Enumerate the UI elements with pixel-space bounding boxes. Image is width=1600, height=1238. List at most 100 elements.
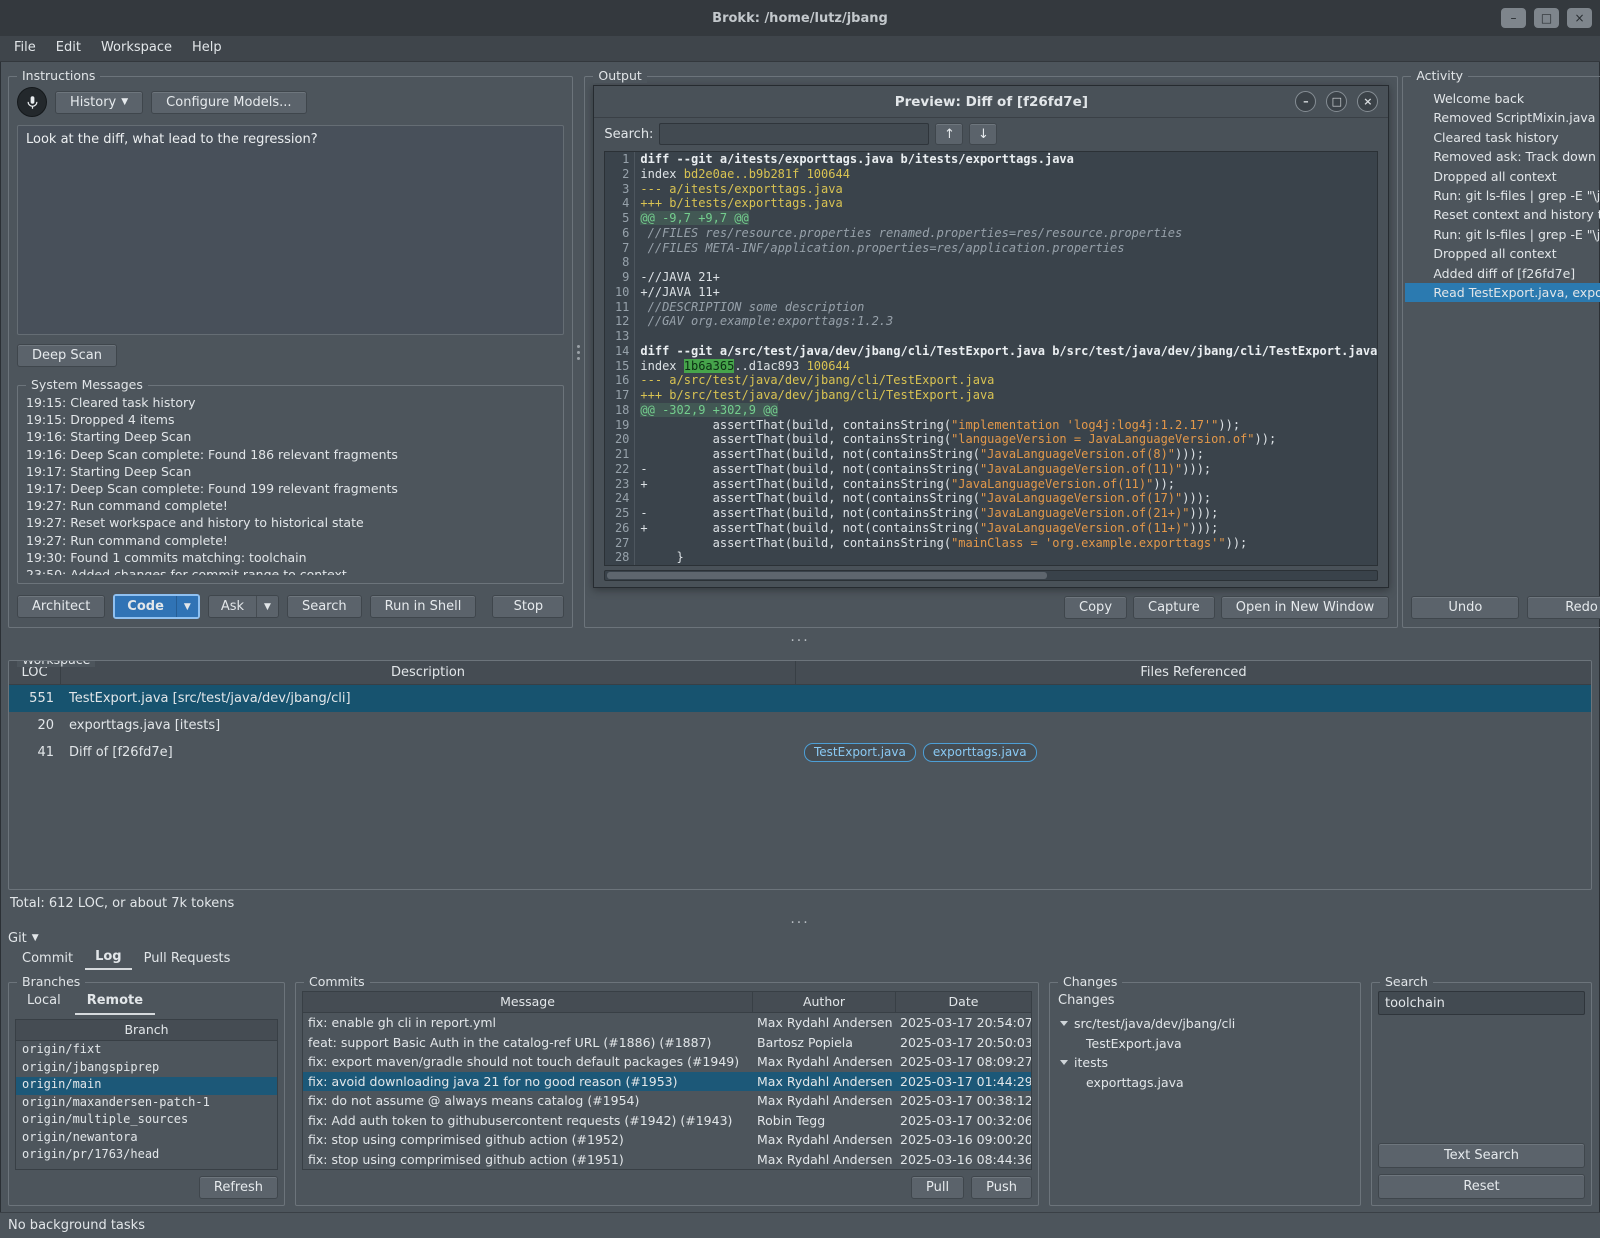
workspace-row[interactable]: 551TestExport.java [src/test/java/dev/jb…: [9, 685, 1591, 712]
activity-item[interactable]: Removed ask: Track down the ...: [1405, 147, 1600, 166]
code-button[interactable]: Code ▼: [113, 594, 200, 619]
changes-tree-leaf[interactable]: TestExport.java: [1056, 1034, 1354, 1054]
git-splitter-grip[interactable]: ···: [0, 916, 1600, 930]
ask-button[interactable]: Ask ▼: [208, 595, 279, 618]
menu-help[interactable]: Help: [182, 36, 232, 61]
redo-button[interactable]: Redo: [1527, 596, 1600, 619]
line-number: 16: [605, 373, 635, 388]
undo-button[interactable]: Undo: [1411, 596, 1519, 619]
activity-item[interactable]: Cleared task history: [1405, 128, 1600, 147]
activity-item[interactable]: Removed ScriptMixin.java: [1405, 108, 1600, 127]
preview-maximize-icon[interactable]: □: [1326, 91, 1347, 112]
menu-workspace[interactable]: Workspace: [91, 36, 182, 61]
menu-file[interactable]: File: [4, 36, 46, 61]
commit-row[interactable]: fix: stop using comprimised github actio…: [303, 1150, 1031, 1170]
diff-line: 23+ assertThat(build, containsString("Ja…: [605, 477, 1377, 492]
changes-tree-node[interactable]: src/test/java/dev/jbang/cli: [1056, 1014, 1354, 1034]
commit-row[interactable]: fix: stop using comprimised github actio…: [303, 1130, 1031, 1150]
run-in-shell-button[interactable]: Run in Shell: [370, 595, 477, 618]
commit-row[interactable]: feat: support Basic Auth in the catalog-…: [303, 1033, 1031, 1053]
line-number: 3: [605, 182, 635, 197]
microphone-button[interactable]: [17, 87, 47, 117]
code-dropdown-arrow-icon[interactable]: ▼: [176, 596, 198, 617]
activity-item[interactable]: Welcome back: [1405, 89, 1600, 108]
diff-line: 17+++ b/src/test/java/dev/jbang/cli/Test…: [605, 388, 1377, 403]
copy-button[interactable]: Copy: [1064, 596, 1127, 619]
activity-item[interactable]: Run: git ls-files | grep -E "\jav...: [1405, 225, 1600, 244]
commit-row[interactable]: fix: Add auth token to githubusercontent…: [303, 1111, 1031, 1131]
branch-row[interactable]: origin/fixt: [16, 1042, 277, 1060]
branch-column-header[interactable]: Branch: [16, 1020, 277, 1041]
git-search-reset-button[interactable]: Reset: [1378, 1174, 1585, 1199]
activity-item[interactable]: Dropped all context: [1405, 244, 1600, 263]
text-search-button[interactable]: Text Search: [1378, 1143, 1585, 1168]
file-reference-badge[interactable]: exporttags.java: [923, 743, 1037, 762]
activity-item[interactable]: Read TestExport.java, exportt...: [1405, 283, 1600, 302]
commit-row[interactable]: fix: export maven/gradle should not touc…: [303, 1052, 1031, 1072]
branch-row[interactable]: origin/maxandersen-patch-1: [16, 1095, 277, 1113]
branch-tab-local[interactable]: Local: [15, 991, 73, 1015]
column-header-message[interactable]: Message: [303, 992, 753, 1012]
instructions-input[interactable]: Look at the diff, what lead to the regre…: [17, 125, 564, 335]
column-header-files-referenced[interactable]: Files Referenced: [796, 661, 1591, 684]
diff-search-input[interactable]: [659, 123, 929, 145]
commit-row[interactable]: fix: enable gh cli in report.ymlMax Ryda…: [303, 1013, 1031, 1033]
activity-item[interactable]: Reset context and history to hi...: [1405, 205, 1600, 224]
changes-tree-leaf[interactable]: exporttags.java: [1056, 1073, 1354, 1093]
stop-button[interactable]: Stop: [492, 595, 564, 618]
diff-scrollbar-thumb[interactable]: [607, 572, 1047, 579]
vertical-splitter-grip[interactable]: [577, 76, 580, 628]
window-close-icon[interactable]: ×: [1567, 8, 1592, 28]
workspace-splitter-grip[interactable]: ···: [0, 634, 1600, 648]
git-tab-commit[interactable]: Commit: [12, 948, 83, 970]
search-next-button[interactable]: ↓: [969, 123, 997, 145]
window-minimize-icon[interactable]: –: [1501, 8, 1526, 28]
activity-item[interactable]: Dropped all context: [1405, 167, 1600, 186]
push-button[interactable]: Push: [971, 1176, 1032, 1199]
preview-close-icon[interactable]: ×: [1357, 91, 1378, 112]
commit-row[interactable]: fix: do not assume @ always means catalo…: [303, 1091, 1031, 1111]
branch-tab-remote[interactable]: Remote: [75, 991, 155, 1015]
preview-title: Preview: Diff of [f26fd7e]: [895, 94, 1088, 110]
search-previous-button[interactable]: ↑: [935, 123, 963, 145]
git-tab-pull-requests[interactable]: Pull Requests: [134, 948, 241, 970]
diff-line: 18@@ -302,9 +302,9 @@: [605, 403, 1377, 418]
window-maximize-icon[interactable]: □: [1534, 8, 1559, 28]
git-search-group-title: Search: [1380, 974, 1433, 989]
pull-button[interactable]: Pull: [911, 1176, 964, 1199]
git-collapse-header[interactable]: Git ▼: [8, 930, 1592, 946]
workspace-row[interactable]: 20exporttags.java [itests]: [9, 712, 1591, 739]
workspace-table-header: LOC Description Files Referenced: [9, 661, 1591, 685]
ask-dropdown-arrow-icon[interactable]: ▼: [256, 596, 278, 617]
branch-row[interactable]: origin/jbangspiprep: [16, 1060, 277, 1078]
diff-horizontal-scrollbar[interactable]: [604, 570, 1378, 581]
column-header-date[interactable]: Date: [896, 992, 1031, 1012]
deep-scan-button[interactable]: Deep Scan: [17, 344, 117, 367]
activity-item[interactable]: Added diff of [f26fd7e]: [1405, 264, 1600, 283]
branch-row[interactable]: origin/multiple_sources: [16, 1112, 277, 1130]
system-message: 23:50: Added changes for commit range to…: [26, 566, 555, 575]
configure-models-button[interactable]: Configure Models...: [151, 91, 306, 114]
output-panel: Output Preview: Diff of [f26fd7e] – □ × …: [584, 76, 1398, 628]
preview-minimize-icon[interactable]: –: [1295, 91, 1316, 112]
file-reference-badge[interactable]: TestExport.java: [804, 743, 916, 762]
menu-edit[interactable]: Edit: [46, 36, 91, 61]
git-tab-log[interactable]: Log: [85, 946, 132, 970]
git-search-input[interactable]: [1378, 991, 1585, 1015]
branch-row[interactable]: origin/newantora: [16, 1130, 277, 1148]
architect-button[interactable]: Architect: [17, 595, 105, 618]
column-header-description[interactable]: Description: [61, 661, 796, 684]
changes-tree-node[interactable]: itests: [1056, 1053, 1354, 1073]
activity-item[interactable]: Run: git ls-files | grep -E "\jav...: [1405, 186, 1600, 205]
branch-row[interactable]: origin/main: [16, 1077, 277, 1095]
refresh-button[interactable]: Refresh: [199, 1176, 278, 1199]
branch-row[interactable]: origin/pr/1763/head: [16, 1147, 277, 1165]
open-in-new-window-button[interactable]: Open in New Window: [1221, 596, 1390, 619]
action-search-button[interactable]: Search: [287, 595, 362, 618]
history-button[interactable]: History ▼: [55, 91, 143, 114]
commit-row[interactable]: fix: avoid downloading java 21 for no go…: [303, 1072, 1031, 1092]
capture-button[interactable]: Capture: [1133, 596, 1215, 619]
workspace-row[interactable]: 41Diff of [f26fd7e]TestExport.javaexport…: [9, 739, 1591, 766]
column-header-author[interactable]: Author: [753, 992, 896, 1012]
diff-viewer[interactable]: 1diff --git a/itests/exporttags.java b/i…: [604, 151, 1378, 566]
